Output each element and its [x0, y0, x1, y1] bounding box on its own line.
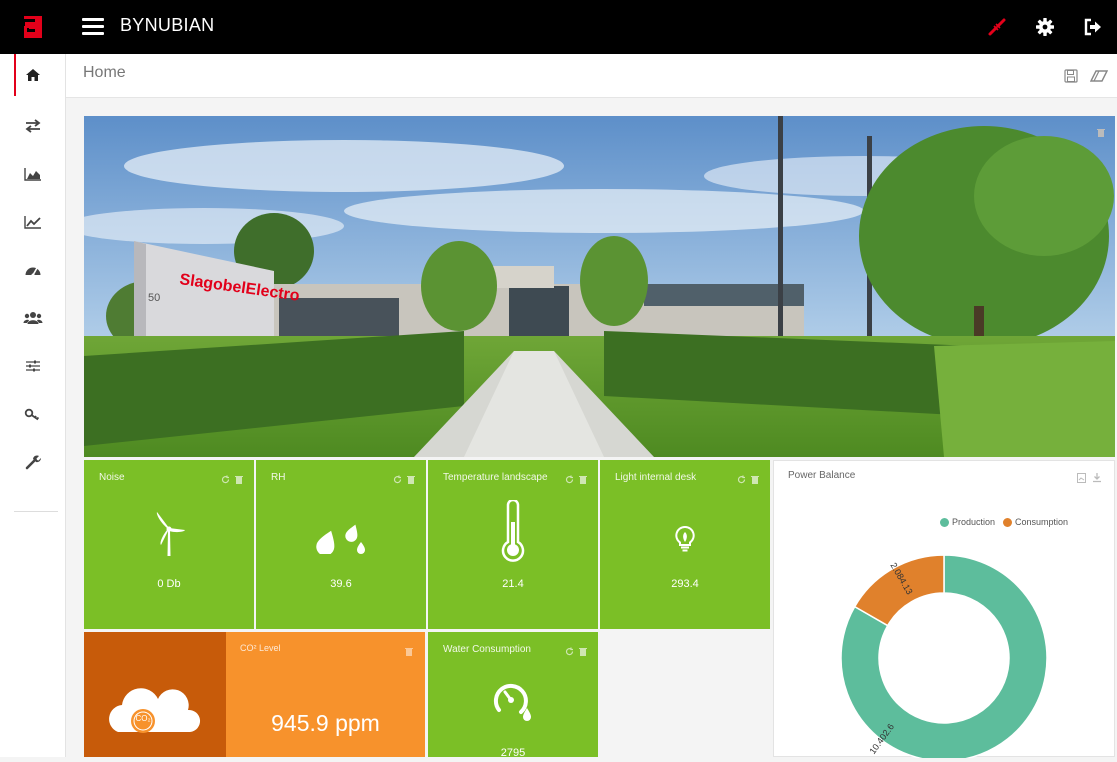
tile-title: Temperature landscape	[443, 472, 548, 483]
trash-icon[interactable]	[407, 471, 416, 484]
breadcrumb: Home	[66, 54, 1117, 98]
page-title: Home	[83, 64, 126, 81]
sign-out-button[interactable]	[1069, 0, 1117, 54]
trash-icon[interactable]	[579, 471, 588, 484]
drops-icon	[256, 522, 426, 554]
tile-value: 293.4	[671, 578, 699, 590]
top-bar: BYNUBIAN	[0, 0, 1117, 54]
co2-value: 945.9 ppm	[271, 710, 380, 736]
power-balance-donut-chart: 10.402.62.084.13	[840, 554, 1048, 758]
dashboard-icon	[25, 267, 40, 277]
home-icon	[25, 69, 40, 81]
tile-title: Noise	[99, 472, 125, 483]
refresh-icon[interactable]	[737, 471, 746, 484]
sidebar-item-tools[interactable]	[0, 438, 65, 486]
building-photo-image: SlagobelElectro 50	[84, 116, 1115, 457]
brand-title: BYNUBIAN	[120, 15, 215, 35]
tile-rh[interactable]: RH 39.6	[256, 460, 426, 629]
line-chart-icon	[23, 216, 41, 229]
tile-title: Water Consumption	[443, 644, 531, 655]
refresh-icon[interactable]	[565, 643, 574, 656]
sidebar-item-transfers[interactable]	[0, 102, 65, 150]
tile-title: Light internal desk	[615, 472, 697, 483]
connection-status-button[interactable]	[973, 0, 1021, 54]
trash-icon	[1097, 129, 1105, 137]
trash-icon[interactable]	[751, 471, 760, 484]
wind-turbine-icon	[84, 510, 254, 558]
building-photo: SlagobelElectro 50	[84, 116, 1115, 457]
sidebar	[0, 54, 66, 757]
water-gauge-icon	[428, 680, 598, 728]
svg-text:50: 50	[148, 292, 160, 304]
refresh-icon[interactable]	[565, 471, 574, 484]
refresh-icon[interactable]	[221, 471, 230, 484]
trash-icon[interactable]	[405, 643, 413, 661]
eraser-icon	[1090, 70, 1108, 82]
tile-noise[interactable]: Noise 0 Db	[84, 460, 254, 629]
gear-icon	[1036, 18, 1054, 36]
sidebar-divider	[14, 511, 58, 512]
trash-icon[interactable]	[235, 471, 244, 484]
trash-icon[interactable]	[579, 643, 588, 656]
tile-value: 0 Db	[157, 578, 181, 590]
app-logo[interactable]	[0, 0, 66, 54]
co2-cloud-icon	[109, 688, 201, 733]
sidebar-item-settings-sliders[interactable]	[0, 342, 65, 390]
photo-delete-button[interactable]	[1097, 124, 1105, 142]
tile-value: 2795	[500, 747, 526, 759]
power-balance-panel: Power Balance Production Consumption 10.…	[773, 460, 1115, 758]
sidebar-item-home[interactable]	[0, 54, 65, 96]
connection-broken-icon	[988, 18, 1006, 36]
lightbulb-icon	[600, 526, 770, 552]
key-icon	[24, 408, 39, 421]
save-layout-button[interactable]	[1061, 66, 1081, 86]
sidebar-item-line-chart[interactable]	[0, 198, 65, 246]
erase-layout-button[interactable]	[1089, 66, 1109, 86]
co2-icon-panel: CO₂	[84, 632, 226, 757]
menu-toggle-button[interactable]	[82, 18, 104, 36]
logo-icon	[24, 16, 42, 38]
exchange-icon	[25, 119, 40, 133]
tile-title: RH	[271, 472, 286, 483]
sliders-icon	[25, 360, 40, 372]
thermometer-icon	[428, 500, 598, 564]
refresh-icon[interactable]	[393, 471, 402, 484]
floppy-disk-icon	[1064, 69, 1078, 83]
area-chart-icon	[23, 168, 41, 181]
tile-co2-level[interactable]: CO² Level 945.9 ppm	[226, 632, 425, 757]
tile-value: 39.6	[330, 578, 352, 590]
tile-temperature-landscape[interactable]: Temperature landscape 21.4	[428, 460, 598, 629]
sidebar-item-users[interactable]	[0, 294, 65, 342]
co2-badge: CO₂	[135, 714, 151, 723]
tile-water-consumption[interactable]: Water Consumption 2795	[428, 632, 598, 759]
tile-title: CO² Level	[240, 643, 281, 653]
wrench-icon	[25, 455, 41, 470]
tile-value: 21.4	[502, 578, 524, 590]
tile-light-internal-desk[interactable]: Light internal desk 293.4	[600, 460, 770, 629]
sidebar-item-keys[interactable]	[0, 390, 65, 438]
settings-button[interactable]	[1021, 0, 1069, 54]
sidebar-item-area-chart[interactable]	[0, 150, 65, 198]
sidebar-item-dashboard[interactable]	[0, 246, 65, 294]
users-icon	[23, 312, 42, 324]
sign-out-icon	[1084, 18, 1101, 36]
